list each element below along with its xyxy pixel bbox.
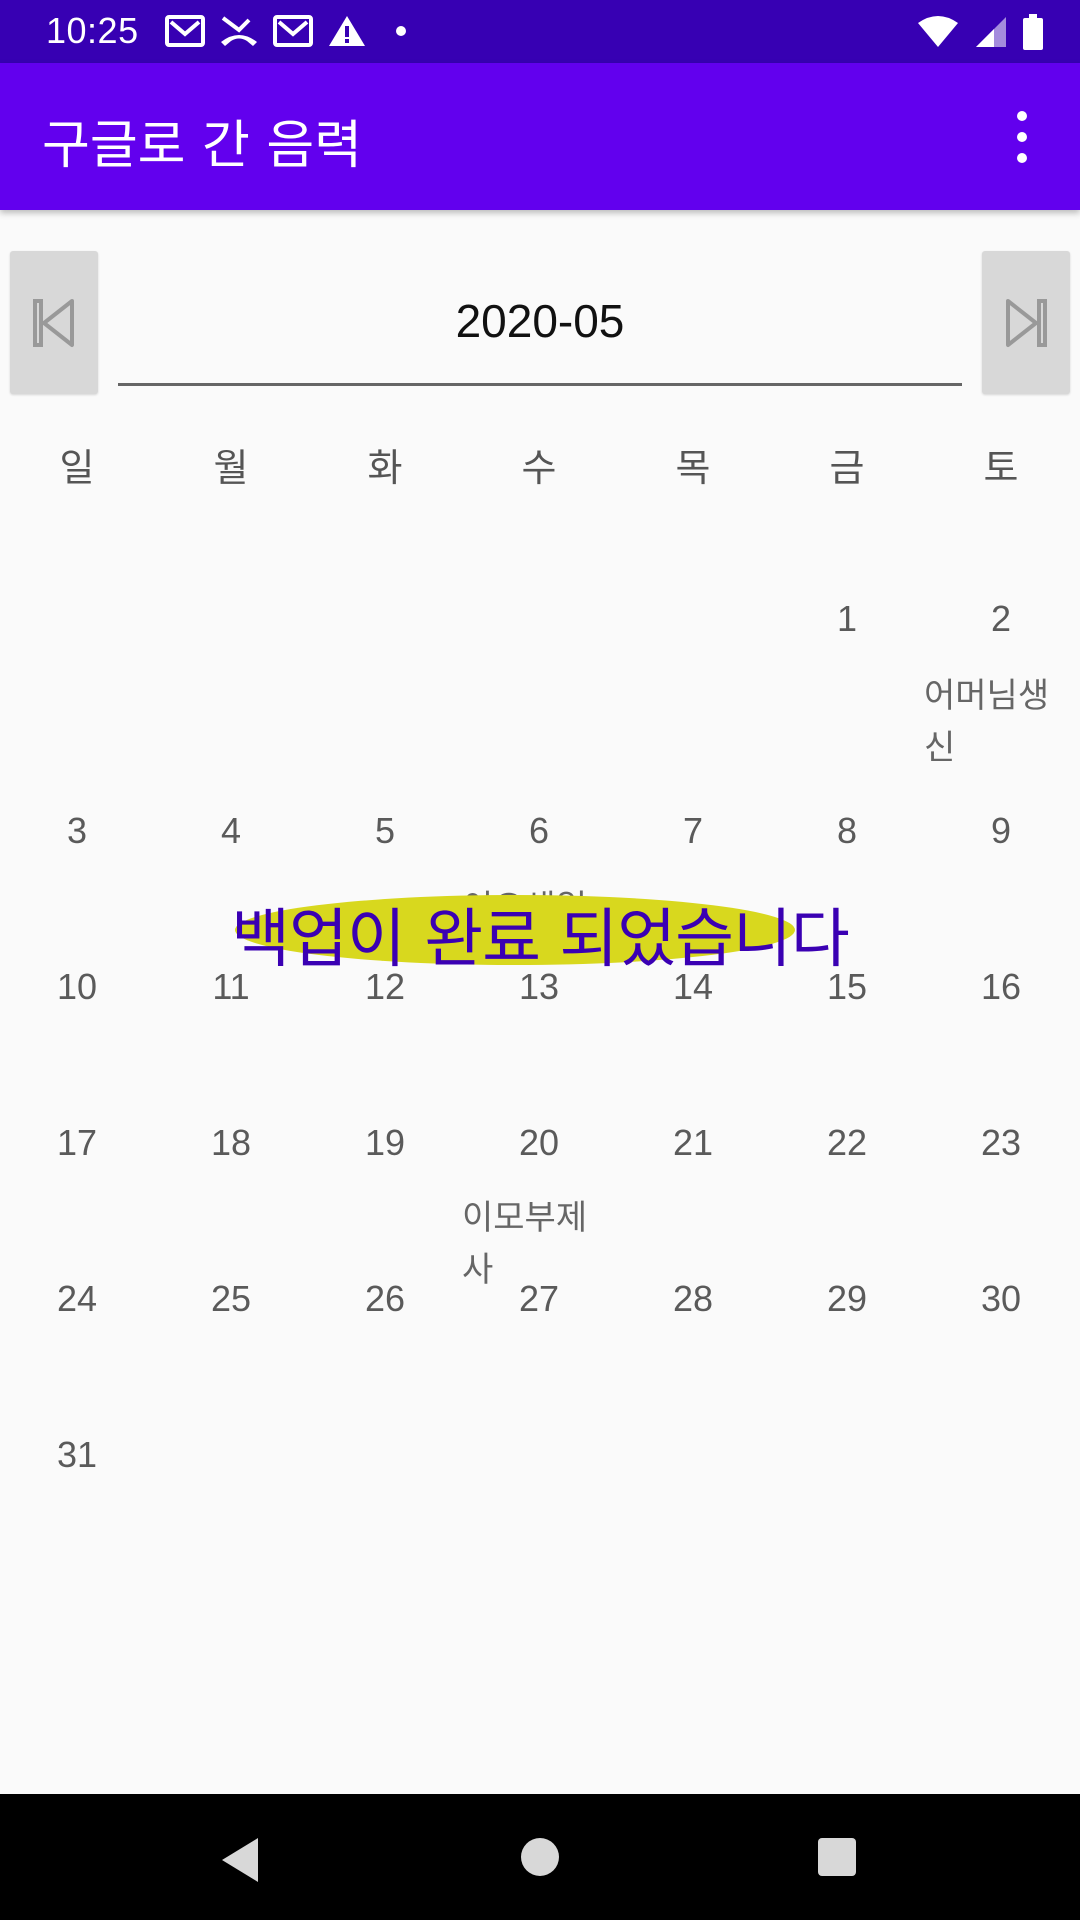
- day-cell-24[interactable]: 24: [0, 1278, 154, 1320]
- weekday-sat: 토: [983, 446, 1019, 490]
- status-time: 10:25: [46, 10, 139, 51]
- skip-next-icon: [1006, 298, 1047, 347]
- event-label-2[interactable]: 어머님생신: [924, 670, 1064, 774]
- notification-icons: [165, 14, 421, 48]
- home-icon[interactable]: [521, 1838, 559, 1876]
- day-cell-21[interactable]: 21: [616, 1122, 770, 1164]
- weekday-tue: 화: [367, 446, 403, 490]
- day-cell-9[interactable]: 9: [924, 810, 1078, 852]
- day-cell-31[interactable]: 31: [0, 1434, 154, 1476]
- weekday-mon: 월: [213, 446, 249, 490]
- signal-icon: [976, 17, 1006, 47]
- dot-icon: [396, 26, 406, 36]
- day-cell-4[interactable]: 4: [154, 810, 308, 852]
- skip-previous-icon: [33, 298, 74, 347]
- day-cell-25[interactable]: 25: [154, 1278, 308, 1320]
- gmail-icon: [165, 15, 205, 47]
- next-month-button[interactable]: [982, 251, 1070, 394]
- warning-icon: [329, 16, 365, 46]
- more-vert-icon[interactable]: [1000, 105, 1044, 169]
- day-cell-22[interactable]: 22: [770, 1122, 924, 1164]
- weekday-sun: 일: [59, 446, 95, 490]
- day-cell-7[interactable]: 7: [616, 810, 770, 852]
- prev-month-button[interactable]: [10, 251, 98, 394]
- weekday-fri: 금: [829, 446, 865, 490]
- day-cell-20[interactable]: 20: [462, 1122, 616, 1164]
- day-cell-5[interactable]: 5: [308, 810, 462, 852]
- weekday-thu: 목: [675, 446, 711, 490]
- wifi-icon: [918, 16, 958, 47]
- system-icons: [916, 14, 1044, 50]
- day-cell-28[interactable]: 28: [616, 1278, 770, 1320]
- day-cell-23[interactable]: 23: [924, 1122, 1078, 1164]
- system-nav-bar: [0, 1794, 1080, 1920]
- day-cell-26[interactable]: 26: [308, 1278, 462, 1320]
- app-bar: 구글로 간 음력: [0, 63, 1080, 210]
- app-title: 구글로 간 음력: [42, 116, 363, 176]
- gmail-icon: [273, 15, 313, 47]
- back-icon[interactable]: [218, 1836, 260, 1884]
- missed-call-icon: [221, 16, 257, 46]
- day-cell-1[interactable]: 1: [770, 598, 924, 640]
- status-bar: 10:25: [0, 0, 1080, 63]
- day-cell-29[interactable]: 29: [770, 1278, 924, 1320]
- day-cell-18[interactable]: 18: [154, 1122, 308, 1164]
- day-cell-27[interactable]: 27: [462, 1278, 616, 1320]
- day-cell-19[interactable]: 19: [308, 1122, 462, 1164]
- battery-icon: [1023, 14, 1043, 50]
- day-cell-6[interactable]: 6: [462, 810, 616, 852]
- day-cell-17[interactable]: 17: [0, 1122, 154, 1164]
- toast-message: 백업이 완료 되었습니다: [231, 903, 850, 977]
- day-cell-30[interactable]: 30: [924, 1278, 1078, 1320]
- month-text: 2020-05: [455, 295, 625, 347]
- day-cell-8[interactable]: 8: [770, 810, 924, 852]
- day-cell-3[interactable]: 3: [0, 810, 154, 852]
- weekday-wed: 수: [521, 446, 557, 490]
- recents-icon[interactable]: [818, 1838, 856, 1876]
- month-input[interactable]: 2020-05: [118, 280, 962, 386]
- day-cell-2[interactable]: 2: [924, 598, 1078, 640]
